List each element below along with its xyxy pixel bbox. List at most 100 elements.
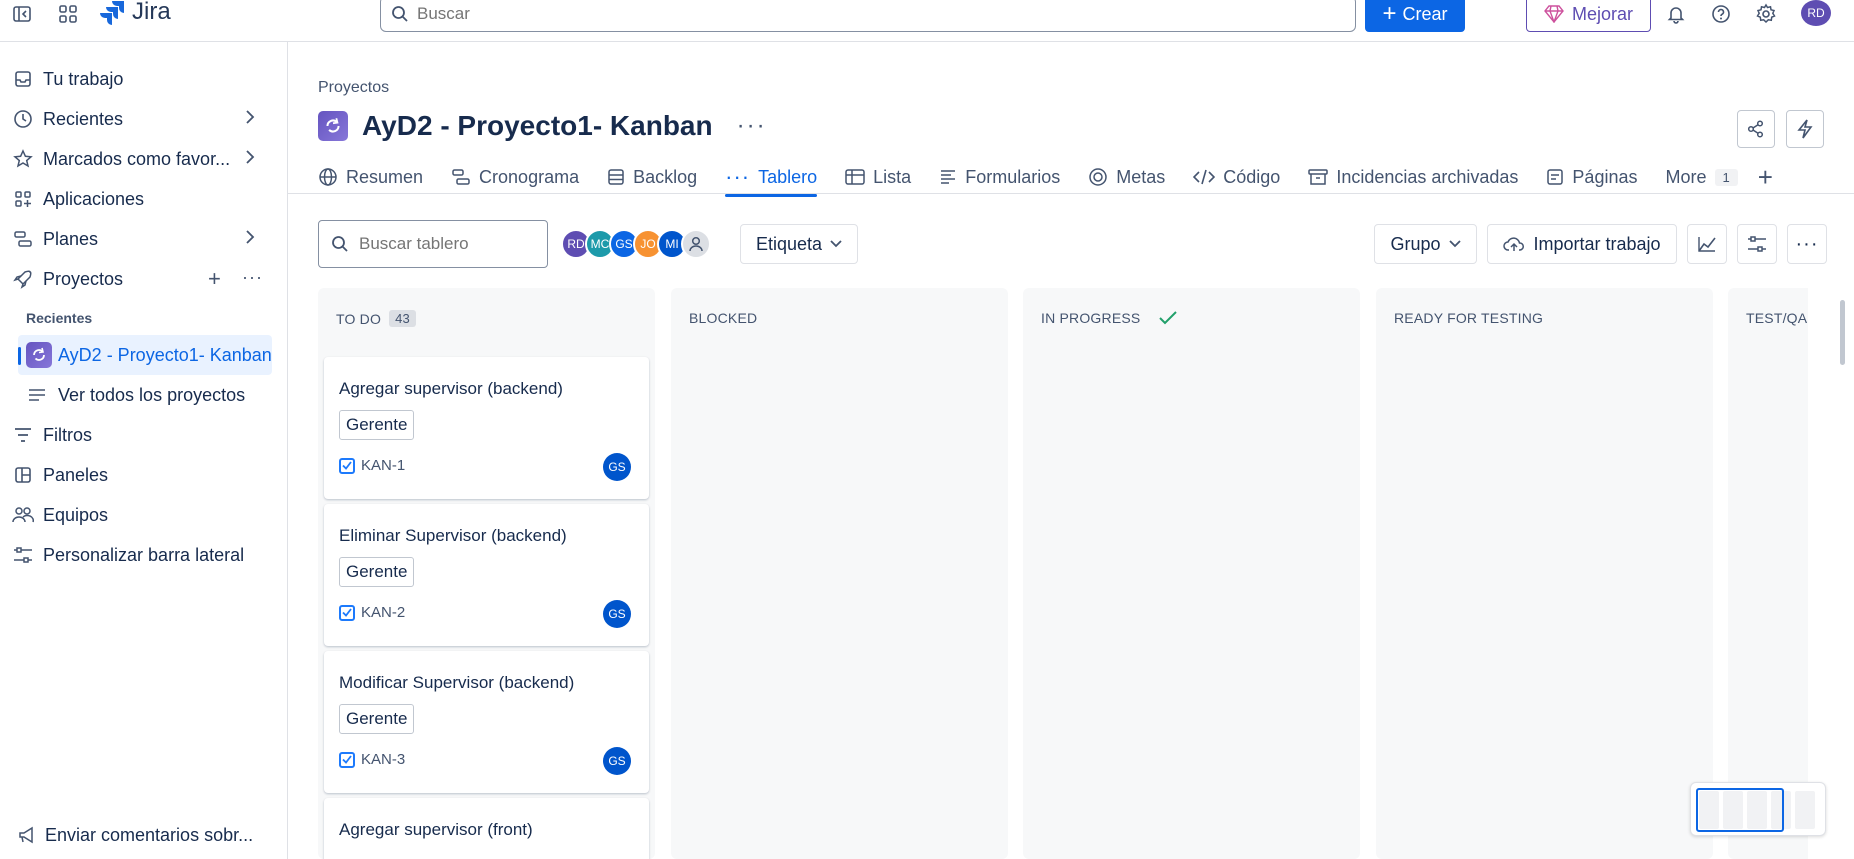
help-icon[interactable] [1709,2,1733,26]
top-navigation: Jira + Crear Mejorar RD [0,0,1854,42]
tab-list[interactable]: Lista [845,160,911,194]
sidebar-item-teams[interactable]: Equipos [0,497,288,533]
assignee-avatars: RD MC GS JO MI [561,229,711,259]
label-filter-text: Etiqueta [755,233,823,254]
group-dropdown[interactable]: Grupo [1374,224,1477,264]
issue-card[interactable]: Agregar supervisor (backend) Gerente KAN… [324,357,649,499]
more-options-icon[interactable]: ··· [1787,224,1827,264]
tab-board[interactable]: ··· Tablero [725,160,818,197]
add-tab-button[interactable]: + [1758,160,1773,194]
issue-key: KAN-3 [361,751,406,768]
collapse-sidebar-icon[interactable] [10,2,34,26]
tab-archived-issues[interactable]: Incidencias archivadas [1308,160,1518,194]
import-work-button[interactable]: Importar trabajo [1487,224,1677,264]
tab-summary[interactable]: Resumen [318,160,423,194]
assignee-avatar[interactable]: GS [603,600,631,628]
sidebar-item-label: AyD2 - Proyecto1- Kanban [58,344,272,365]
sidebar-item-recent-project[interactable]: AyD2 - Proyecto1- Kanban [0,337,288,373]
issue-key: KAN-1 [361,457,406,474]
card-key: KAN-3 [339,751,405,768]
tab-code[interactable]: Código [1193,160,1280,194]
tab-more[interactable]: More 1 [1665,160,1738,194]
issue-card[interactable]: Eliminar Supervisor (backend) Gerente KA… [324,504,649,646]
sidebar-item-dashboards[interactable]: Paneles [0,457,288,493]
unassigned-avatar-icon[interactable] [681,229,711,259]
upgrade-label: Mejorar [1571,3,1633,24]
assignee-avatar[interactable]: GS [603,747,631,775]
minimap-viewport[interactable] [1696,788,1784,832]
settings-icon[interactable] [1754,2,1778,26]
chevron-right-icon[interactable] [244,109,256,130]
column-header[interactable]: BLOCKED [689,310,757,326]
megaphone-icon [16,824,38,846]
tab-timeline[interactable]: Cronograma [451,160,579,194]
app-name: Jira [132,0,171,25]
upgrade-button[interactable]: Mejorar [1526,0,1651,32]
view-settings-icon[interactable] [1737,224,1777,264]
column-header[interactable]: TO DO 43 [336,310,416,327]
sidebar-item-projects[interactable]: Proyectos + ··· [0,261,288,297]
issue-key: KAN-2 [361,604,406,621]
cloud-upload-icon [1503,237,1525,251]
column-title: IN PROGRESS [1041,310,1141,326]
teams-icon [12,504,34,526]
chevron-down-icon [1448,240,1461,248]
tab-label: Cronograma [479,166,580,187]
sidebar-item-customize[interactable]: Personalizar barra lateral [0,537,288,573]
tab-goals[interactable]: Metas [1088,160,1165,194]
tab-label: Metas [1116,166,1166,187]
plans-icon [12,228,34,250]
label-filter-dropdown[interactable]: Etiqueta [740,224,858,264]
column-header[interactable]: IN PROGRESS [1041,310,1178,326]
card-title: Agregar supervisor (front) [339,820,533,839]
sidebar-item-label: Equipos [43,504,109,525]
issue-card[interactable]: Agregar supervisor (front) [324,798,649,859]
tab-forms[interactable]: Formularios [939,160,1060,194]
tab-backlog[interactable]: Backlog [607,160,697,194]
sidebar-item-apps[interactable]: Aplicaciones [0,181,288,217]
more-actions-icon[interactable]: ··· [737,112,767,140]
tab-pages[interactable]: Páginas [1546,160,1637,194]
sidebar-item-plans[interactable]: Planes [0,221,288,257]
vertical-scrollbar[interactable] [1840,300,1845,365]
column-header[interactable]: TEST/QA [1746,310,1807,326]
column-title: TO DO [336,310,382,327]
pages-icon [1547,169,1564,185]
page-title-row: AyD2 - Proyecto1- Kanban ··· [318,110,767,142]
sidebar-item-starred[interactable]: Marcados como favor... [0,141,288,177]
automation-icon[interactable] [1786,110,1824,148]
add-project-icon[interactable]: + [208,266,221,292]
sidebar-item-view-all-projects[interactable]: Ver todos los proyectos [0,377,288,413]
filter-icon [12,424,34,446]
board-search[interactable] [318,220,548,268]
app-switcher-icon[interactable] [56,2,80,26]
sidebar-item-label: Paneles [43,464,109,485]
notifications-icon[interactable] [1664,2,1688,26]
sidebar-item-label: Planes [43,228,99,249]
board-search-input[interactable] [359,234,539,254]
breadcrumb[interactable]: Proyectos [318,79,389,97]
chevron-right-icon[interactable] [244,149,256,170]
sidebar-item-your-work[interactable]: Tu trabajo [0,61,288,97]
sidebar-item-filters[interactable]: Filtros [0,417,288,453]
insights-icon[interactable] [1687,224,1727,264]
sidebar-item-recent[interactable]: Recientes [0,101,288,137]
sidebar-item-label: Ver todos los proyectos [58,384,246,405]
globe-icon [319,168,337,186]
share-icon[interactable] [1737,110,1775,148]
minimap-column [1795,791,1815,829]
clock-icon [12,108,34,130]
assignee-avatar[interactable]: GS [603,453,631,481]
user-avatar[interactable]: RD [1801,0,1831,26]
create-button[interactable]: + Crear [1365,0,1465,32]
tab-label: Código [1223,166,1281,187]
global-search[interactable] [380,0,1356,32]
jira-logo[interactable]: Jira [100,0,171,26]
board-minimap[interactable] [1690,782,1826,836]
feedback-button[interactable]: Enviar comentarios sobr... [0,817,288,853]
more-options-icon[interactable]: ··· [242,267,263,288]
chevron-right-icon[interactable] [244,229,256,250]
column-header[interactable]: READY FOR TESTING [1394,310,1543,326]
issue-card[interactable]: Modificar Supervisor (backend) Gerente K… [324,651,649,793]
search-input[interactable] [417,4,1317,24]
